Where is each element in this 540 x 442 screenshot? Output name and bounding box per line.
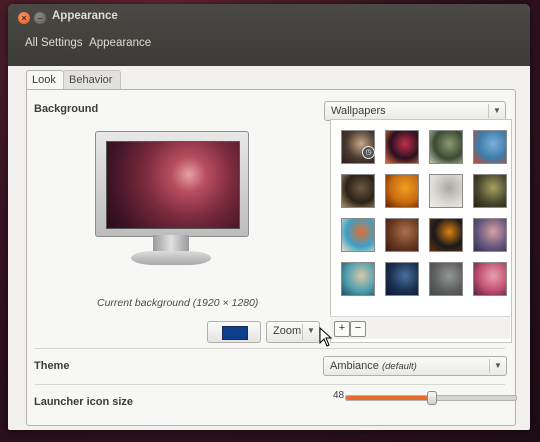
wallpaper-source-value: Wallpapers [331, 105, 386, 117]
wallpaper-thumbnail[interactable] [341, 174, 375, 208]
divider [35, 384, 505, 385]
wallpaper-thumbnail[interactable] [429, 262, 463, 296]
gallery-toolbar: + − [330, 316, 510, 339]
launcher-icon-size-label: Launcher icon size [34, 396, 134, 408]
wallpaper-thumbnail[interactable] [429, 174, 463, 208]
wallpaper-thumbnail[interactable] [473, 218, 507, 252]
monitor-stand [131, 251, 211, 265]
monitor-frame [95, 131, 249, 237]
chevron-down-icon: ▼ [489, 359, 506, 373]
breadcrumb: All Settings Appearance [25, 37, 155, 49]
placement-combo[interactable]: Zoom ▼ [266, 321, 320, 343]
theme-combo[interactable]: Ambiance (default) ▼ [323, 356, 507, 376]
wallpaper-thumbnail[interactable] [473, 130, 507, 164]
preview-screen [106, 141, 240, 229]
wallpaper-thumbnail[interactable] [385, 130, 419, 164]
slider-handle[interactable] [427, 391, 437, 405]
background-color-button[interactable] [207, 321, 261, 343]
background-label: Background [34, 103, 99, 115]
chevron-down-icon: ▼ [302, 324, 319, 340]
add-wallpaper-button[interactable]: + [334, 321, 350, 337]
placement-value: Zoom [273, 325, 302, 337]
wallpaper-thumbnail[interactable] [385, 262, 419, 296]
wallpaper-thumbnail[interactable] [385, 174, 419, 208]
wallpaper-thumbnail[interactable] [385, 218, 419, 252]
theme-label: Theme [34, 360, 70, 372]
divider [35, 348, 505, 349]
close-window-button[interactable]: × [18, 12, 30, 24]
tab-look[interactable]: Look [26, 70, 64, 89]
wallpaper-thumbnail[interactable] [473, 174, 507, 208]
wallpaper-thumbnail[interactable] [341, 218, 375, 252]
color-swatch [222, 326, 248, 340]
mouse-pointer-icon [319, 327, 333, 347]
wallpaper-thumbnail[interactable] [429, 218, 463, 252]
titlebar: × – Appearance All Settings Appearance [8, 4, 530, 66]
window-title: Appearance [52, 10, 118, 22]
wallpaper-thumbnail[interactable]: ◷ [341, 130, 375, 164]
launcher-icon-size-value: 48 [333, 390, 345, 401]
wallpaper-thumbnail[interactable] [341, 262, 375, 296]
wallpaper-gallery: ◷ [330, 119, 512, 343]
wallpaper-source-combo[interactable]: Wallpapers ▼ [324, 101, 506, 121]
breadcrumb-all-settings[interactable]: All Settings [25, 37, 83, 49]
theme-value: Ambiance (default) [330, 360, 417, 372]
background-preview [95, 131, 249, 271]
chevron-down-icon: ▼ [488, 104, 505, 118]
launcher-icon-size-slider[interactable] [345, 391, 517, 405]
minimize-window-button[interactable]: – [34, 12, 46, 24]
appearance-window: × – Appearance All Settings Appearance L… [8, 4, 530, 430]
slider-fill [346, 396, 431, 400]
current-background-caption: Current background (1920 × 1280) [97, 297, 259, 309]
breadcrumb-appearance[interactable]: Appearance [89, 37, 151, 49]
remove-wallpaper-button[interactable]: − [350, 321, 366, 337]
wallpaper-thumbnail[interactable] [473, 262, 507, 296]
look-panel: Background Wallpapers ▼ Current backgrou… [26, 89, 517, 426]
wallpaper-thumbnail[interactable] [429, 130, 463, 164]
selected-check-icon: ◷ [362, 146, 375, 159]
tab-behavior[interactable]: Behavior [63, 70, 121, 89]
